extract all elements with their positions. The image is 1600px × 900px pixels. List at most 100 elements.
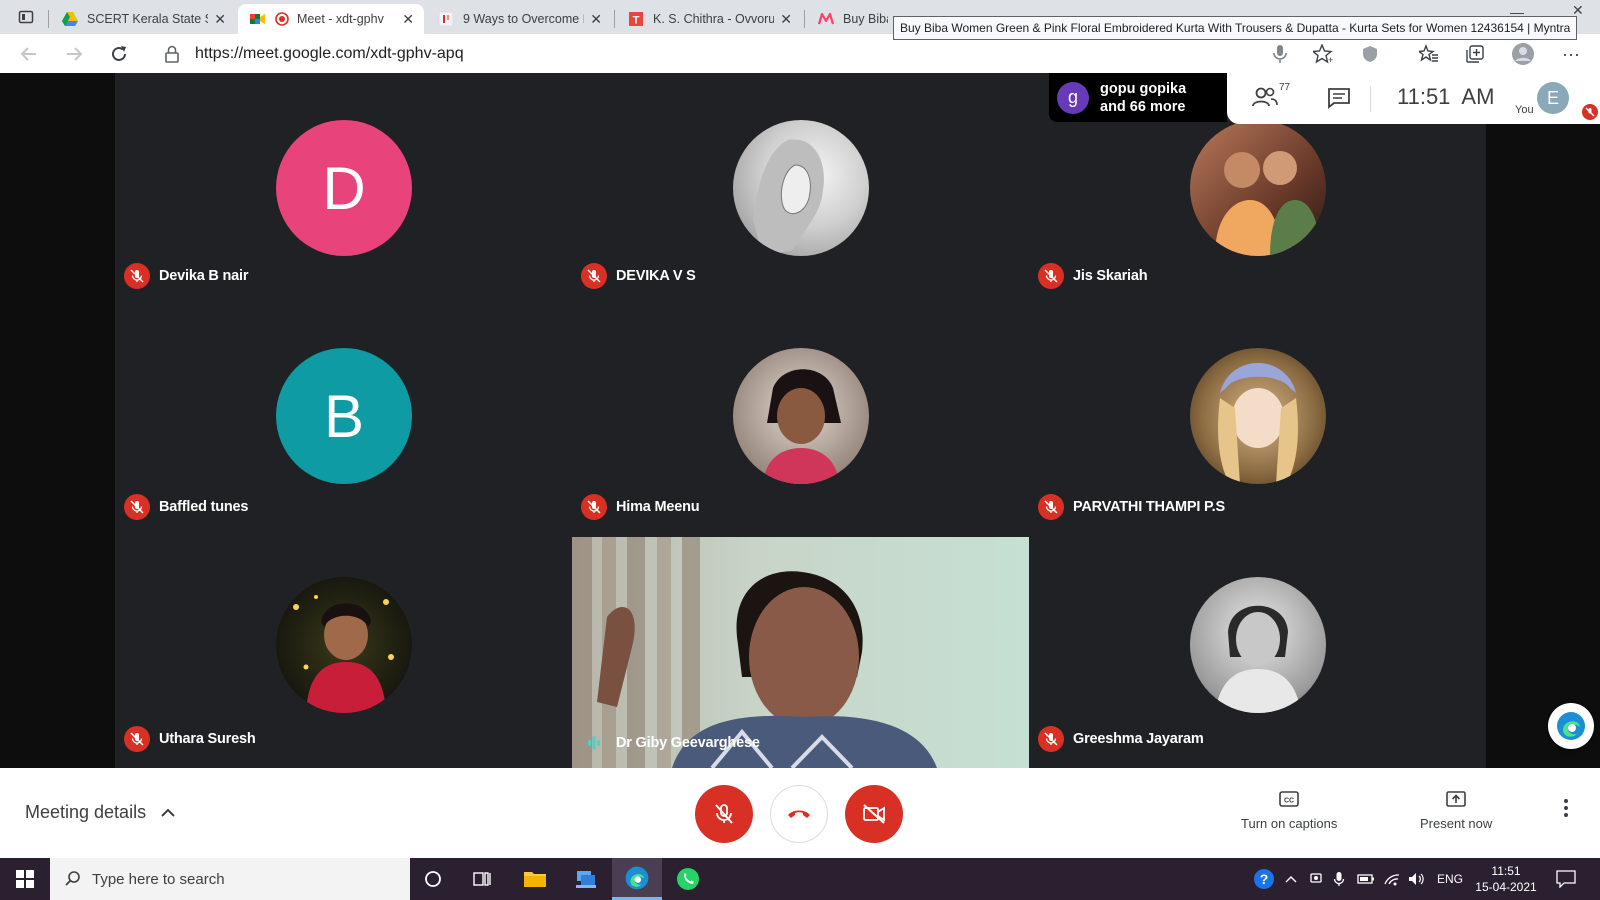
self-mic-off-icon (1582, 104, 1598, 120)
edge-sidebar-icon[interactable] (1548, 703, 1594, 749)
participant-video-tile[interactable]: Dr Giby Geevarghese (572, 537, 1029, 768)
file-explorer-icon[interactable] (510, 858, 560, 900)
back-icon[interactable] (17, 42, 41, 66)
wifi-icon[interactable] (1383, 858, 1401, 900)
tab-actions-icon[interactable] (14, 5, 38, 29)
camera-toggle-button[interactable] (845, 785, 903, 843)
participant-tile[interactable]: Hima Meenu (572, 304, 1029, 535)
more-options-icon[interactable] (1563, 798, 1569, 823)
cortana-icon[interactable] (408, 858, 458, 900)
presenter-text: gopu gopika and 66 more (1100, 80, 1186, 116)
self-initial: E (1546, 87, 1559, 108)
tab-close-icon[interactable]: ✕ (402, 11, 414, 28)
extension-shield-icon[interactable] (1358, 42, 1382, 66)
tab-chithra[interactable]: T K. S. Chithra - Ovvoru ✕ (616, 4, 802, 34)
participant-name: Baffled tunes (159, 499, 249, 515)
language-indicator[interactable]: ENG (1437, 858, 1463, 900)
notifications-icon[interactable] (1556, 858, 1576, 900)
avatar-photo (1190, 120, 1326, 256)
recording-icon (275, 12, 289, 26)
help-icon[interactable]: ? (1253, 858, 1275, 900)
google-drive-icon (62, 12, 78, 26)
participant-tile[interactable]: DEVIKA V S (572, 73, 1029, 304)
avatar-initial: D (322, 154, 366, 222)
svg-text:T: T (633, 15, 640, 27)
whatsapp-icon[interactable] (663, 858, 713, 900)
present-now-button[interactable]: Present now (1420, 790, 1492, 831)
windows-logo-icon (16, 870, 34, 888)
lock-icon[interactable] (164, 45, 180, 63)
tab-title: Meet - xdt-gphv (297, 12, 384, 26)
mic-off-icon (715, 804, 733, 824)
presenter-chip[interactable]: g gopu gopika and 66 more (1049, 73, 1227, 122)
forward-icon[interactable] (62, 42, 86, 66)
tab-scert[interactable]: SCERT Kerala State Syl ✕ (50, 4, 236, 34)
left-margin (0, 73, 115, 768)
mic-off-icon (1038, 494, 1064, 520)
tab-biba[interactable]: Buy Biba (806, 4, 898, 34)
tab-9-ways[interactable]: 9 Ways to Overcome F ✕ (426, 4, 612, 34)
more-menu-icon[interactable]: ··· (1559, 42, 1583, 66)
profile-avatar-icon[interactable] (1511, 42, 1535, 66)
meeting-details-button[interactable]: Meeting details (25, 802, 176, 823)
tray-chevron-up-icon[interactable] (1285, 858, 1297, 900)
self-avatar[interactable]: E (1537, 82, 1569, 114)
participant-name: Jis Skariah (1073, 268, 1148, 284)
captions-button[interactable]: CC Turn on captions (1241, 790, 1337, 831)
mic-tray-icon[interactable] (1333, 858, 1345, 900)
right-margin (1486, 73, 1600, 768)
divider (1370, 86, 1371, 112)
avatar-photo (276, 577, 412, 713)
closed-captions-icon: CC (1279, 791, 1299, 807)
tumblr-icon: T (629, 12, 643, 27)
tab-close-icon[interactable]: ✕ (590, 11, 602, 28)
tab-tooltip: Buy Biba Women Green & Pink Floral Embro… (893, 16, 1578, 40)
tab-title: 9 Ways to Overcome F (463, 12, 585, 26)
participant-namebar: Dr Giby Geevarghese (581, 730, 760, 756)
reload-icon[interactable] (107, 42, 131, 66)
system-clock[interactable]: 11:51 15-04-2021 (1471, 858, 1541, 900)
search-icon (65, 871, 80, 886)
avatar-initial: B (323, 382, 365, 450)
address-bar[interactable]: https://meet.google.com/xdt-gphv-apq (150, 38, 1290, 69)
mic-toggle-button[interactable] (695, 785, 753, 843)
task-view-icon[interactable] (458, 858, 508, 900)
mic-off-icon (1038, 263, 1064, 289)
participant-tile[interactable]: PARVATHI THAMPI P.S (1029, 304, 1486, 535)
battery-icon[interactable] (1357, 858, 1375, 900)
leave-call-button[interactable] (770, 785, 828, 843)
meet-info-panel: 77 11:51 AM E You (1227, 73, 1600, 124)
participant-namebar: Devika B nair (124, 263, 248, 289)
mic-off-icon (1038, 726, 1064, 752)
speaking-indicator-icon (588, 736, 600, 750)
participant-tile[interactable]: D Devika B nair (115, 73, 572, 304)
camera-tray-icon[interactable] (1309, 858, 1323, 900)
volume-icon[interactable] (1408, 858, 1426, 900)
present-label: Present now (1420, 816, 1493, 831)
collections-icon[interactable] (1463, 42, 1487, 66)
participant-name: PARVATHI THAMPI P.S (1073, 499, 1225, 515)
presenter-name: gopu gopika (1100, 80, 1187, 97)
participant-count: 77 (1279, 82, 1291, 93)
participant-tile[interactable]: Greeshma Jayaram (1029, 535, 1486, 768)
tab-close-icon[interactable]: ✕ (214, 11, 226, 28)
participants-button[interactable]: 77 (1251, 82, 1291, 109)
favorites-icon[interactable] (1417, 42, 1441, 66)
tab-close-icon[interactable]: ✕ (780, 11, 792, 28)
google-meet-icon (250, 14, 265, 24)
svg-text:+: + (1328, 55, 1333, 64)
add-favorite-icon[interactable]: + (1311, 42, 1335, 66)
start-button[interactable] (0, 858, 50, 900)
participant-name: Devika B nair (159, 268, 249, 284)
presenter-more: and 66 more (1100, 98, 1186, 115)
chat-icon[interactable] (1327, 87, 1351, 109)
network-app-icon[interactable] (561, 858, 611, 900)
participant-tile[interactable]: Uthara Suresh (115, 535, 572, 768)
mic-off-icon (124, 726, 150, 752)
tab-meet[interactable]: Meet - xdt-gphv ✕ (238, 4, 424, 34)
windows-taskbar: Type here to search ? ENG 11:51 15-04-20… (0, 858, 1600, 900)
edge-taskbar-icon[interactable] (612, 858, 662, 900)
microphone-icon[interactable] (1268, 42, 1292, 66)
participant-tile[interactable]: B Baffled tunes (115, 304, 572, 535)
taskbar-search-box[interactable]: Type here to search (50, 858, 410, 900)
